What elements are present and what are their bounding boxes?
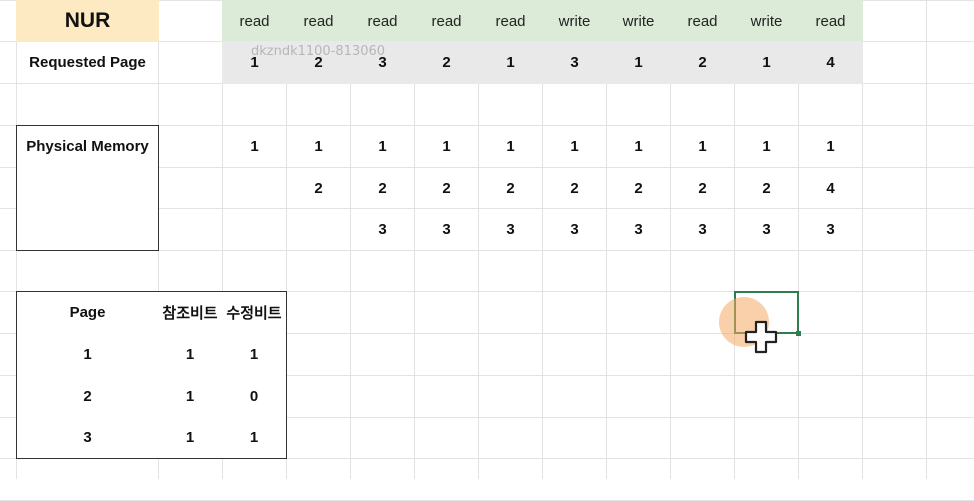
page-table-cell[interactable]: 1 bbox=[222, 333, 287, 376]
operation-cell[interactable]: read bbox=[222, 0, 287, 42]
memory-frame-cell[interactable]: 3 bbox=[414, 208, 479, 251]
page-table-cell[interactable]: 1 bbox=[222, 417, 287, 459]
operation-cell[interactable]: read bbox=[286, 0, 351, 42]
operation-cell[interactable]: read bbox=[414, 0, 479, 42]
operation-cell[interactable]: write bbox=[606, 0, 671, 42]
memory-frame-cell[interactable]: 1 bbox=[734, 125, 799, 168]
requested-page-cell[interactable]: 1 bbox=[478, 41, 543, 84]
page-table-cell[interactable]: 1 bbox=[16, 333, 159, 376]
spreadsheet-grid[interactable]: NUR Requested Page read read read read read wri… bbox=[0, 0, 974, 501]
memory-frame-cell[interactable]: 1 bbox=[414, 125, 479, 168]
page-table-header[interactable]: 수정비트 bbox=[222, 291, 287, 334]
memory-frame-cell[interactable]: 3 bbox=[798, 208, 863, 251]
memory-frame-cell[interactable]: 3 bbox=[670, 208, 735, 251]
physical-memory-frame-cell[interactable] bbox=[16, 208, 159, 251]
memory-frame-cell[interactable]: 1 bbox=[542, 125, 607, 168]
memory-frame-cell[interactable]: 3 bbox=[734, 208, 799, 251]
page-table-cell[interactable]: 0 bbox=[222, 375, 287, 418]
memory-frame-cell[interactable] bbox=[286, 208, 351, 251]
physical-memory-frame-cell[interactable] bbox=[16, 167, 159, 209]
requested-page-cell[interactable]: 1 bbox=[606, 41, 671, 84]
memory-frame-cell[interactable]: 1 bbox=[350, 125, 415, 168]
requested-page-cell[interactable]: 2 bbox=[414, 41, 479, 84]
requested-page-cell[interactable]: 2 bbox=[286, 41, 351, 84]
memory-frame-cell[interactable]: 2 bbox=[606, 167, 671, 209]
requested-page-label[interactable]: Requested Page bbox=[16, 41, 159, 84]
requested-page-cell[interactable]: 3 bbox=[542, 41, 607, 84]
operation-cell[interactable]: write bbox=[734, 0, 799, 42]
requested-page-cell[interactable]: 3 bbox=[350, 41, 415, 84]
page-table-cell[interactable]: 3 bbox=[16, 417, 159, 459]
memory-frame-cell[interactable]: 3 bbox=[350, 208, 415, 251]
operation-cell[interactable]: write bbox=[542, 0, 607, 42]
requested-page-cell[interactable]: 2 bbox=[670, 41, 735, 84]
operation-cell[interactable]: read bbox=[670, 0, 735, 42]
operation-cell[interactable]: read bbox=[478, 0, 543, 42]
crosshair-plus-icon bbox=[744, 320, 778, 354]
title-cell[interactable]: NUR bbox=[16, 0, 159, 42]
memory-frame-cell[interactable]: 2 bbox=[414, 167, 479, 209]
requested-page-cell[interactable]: 1 bbox=[222, 41, 287, 84]
memory-frame-cell[interactable]: 1 bbox=[670, 125, 735, 168]
page-table-header[interactable]: Page bbox=[16, 291, 159, 334]
requested-page-cell[interactable]: 4 bbox=[798, 41, 863, 84]
memory-frame-cell[interactable]: 1 bbox=[606, 125, 671, 168]
grid-line-vertical bbox=[926, 0, 927, 479]
page-table-cell[interactable]: 1 bbox=[158, 417, 223, 459]
memory-frame-cell[interactable]: 1 bbox=[478, 125, 543, 168]
memory-frame-cell[interactable]: 1 bbox=[222, 125, 287, 168]
memory-frame-cell[interactable]: 2 bbox=[286, 167, 351, 209]
page-table-cell[interactable]: 1 bbox=[158, 333, 223, 376]
memory-frame-cell[interactable]: 3 bbox=[478, 208, 543, 251]
operation-cell[interactable]: read bbox=[798, 0, 863, 42]
memory-frame-cell[interactable]: 2 bbox=[670, 167, 735, 209]
page-table-header[interactable]: 참조비트 bbox=[158, 291, 223, 334]
physical-memory-label[interactable]: Physical Memory bbox=[16, 125, 159, 168]
requested-page-cell[interactable]: 1 bbox=[734, 41, 799, 84]
memory-frame-cell[interactable]: 1 bbox=[798, 125, 863, 168]
memory-frame-cell[interactable] bbox=[222, 167, 287, 209]
memory-frame-cell[interactable]: 2 bbox=[734, 167, 799, 209]
memory-frame-cell[interactable]: 2 bbox=[478, 167, 543, 209]
memory-frame-cell[interactable]: 4 bbox=[798, 167, 863, 209]
page-table-cell[interactable]: 1 bbox=[158, 375, 223, 418]
page-table-cell[interactable]: 2 bbox=[16, 375, 159, 418]
memory-frame-cell[interactable] bbox=[222, 208, 287, 251]
memory-frame-cell[interactable]: 1 bbox=[286, 125, 351, 168]
memory-frame-cell[interactable]: 3 bbox=[606, 208, 671, 251]
memory-frame-cell[interactable]: 3 bbox=[542, 208, 607, 251]
memory-frame-cell[interactable]: 2 bbox=[350, 167, 415, 209]
memory-frame-cell[interactable]: 2 bbox=[542, 167, 607, 209]
operation-cell[interactable]: read bbox=[350, 0, 415, 42]
